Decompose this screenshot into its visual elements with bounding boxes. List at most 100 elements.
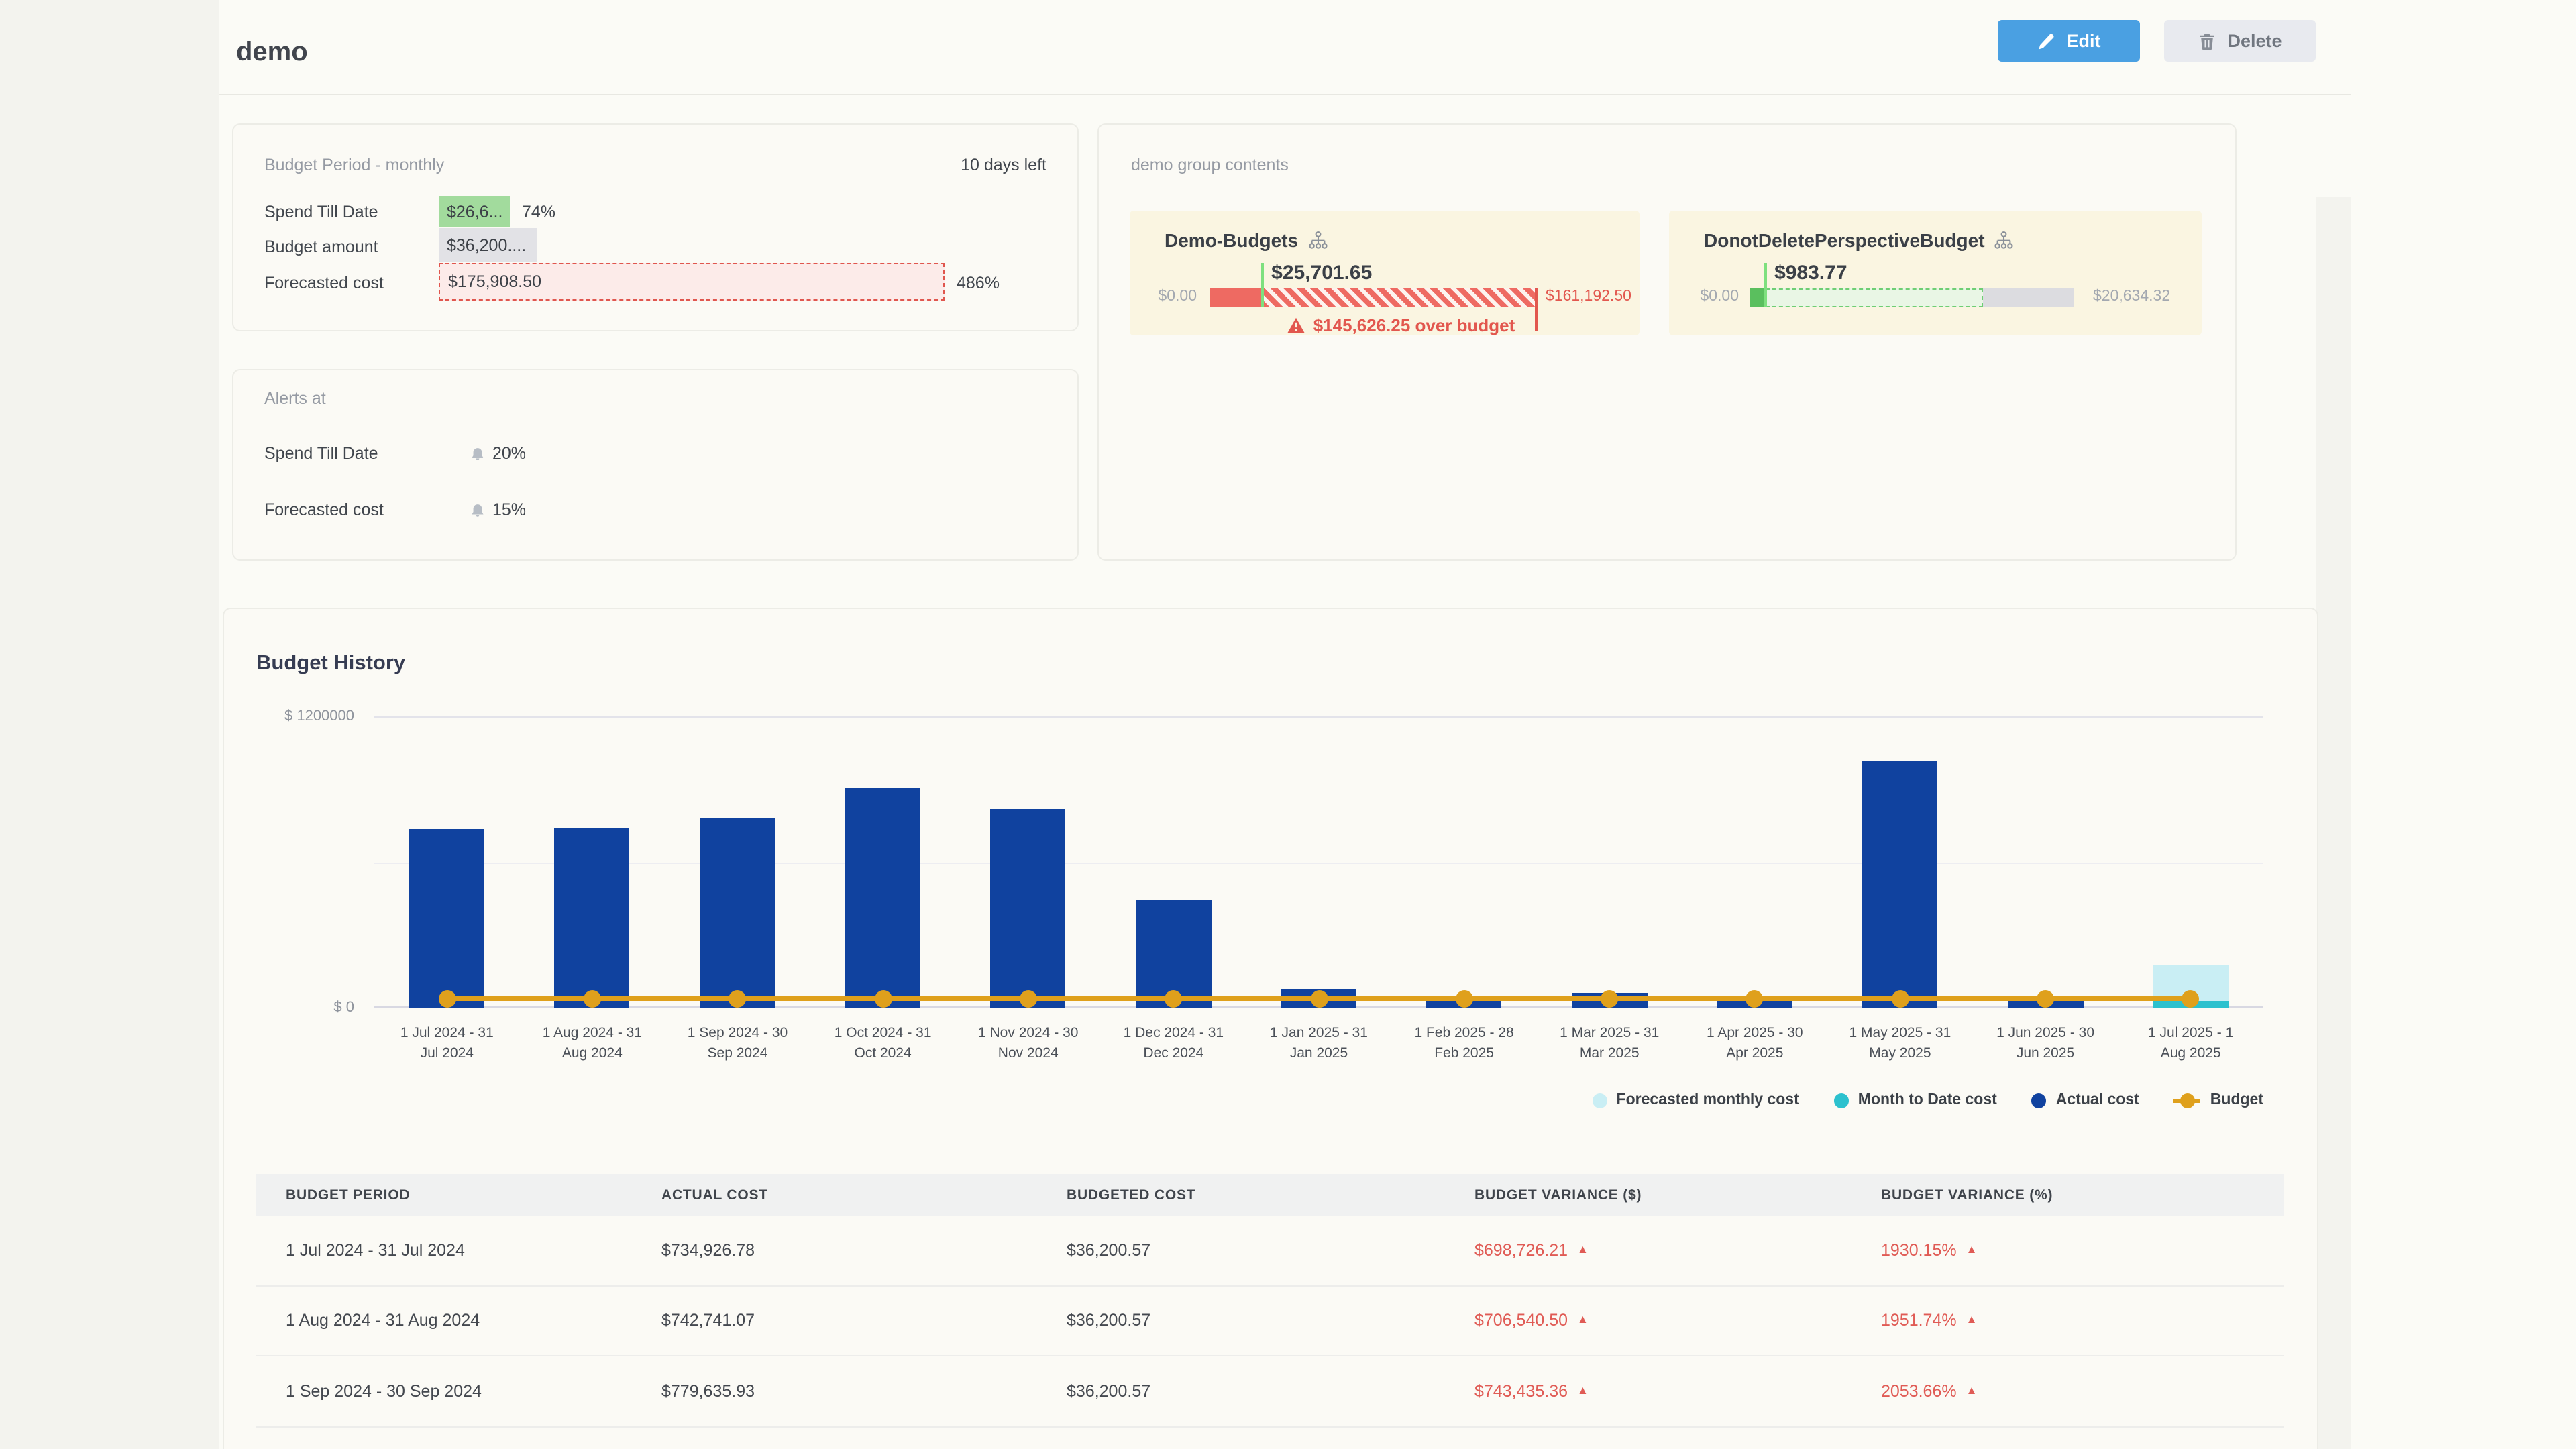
over-budget-row: $145,626.25 over budget — [1248, 315, 1554, 335]
actual-cost-bar — [991, 808, 1066, 1008]
legend-label: Forecasted monthly cost — [1617, 1092, 1799, 1108]
left-gutter — [0, 0, 219, 1449]
gridline-1200000 — [374, 716, 2263, 718]
cell-budgeted-cost: $36,200.57 — [1067, 1382, 1474, 1401]
alerts-heading: Alerts at — [264, 389, 326, 408]
budget-tile-demo-budgets[interactable]: Demo-Budgets $25,701.65 $0.00 $161,192.5… — [1130, 211, 1640, 335]
delete-button[interactable]: Delete — [2164, 20, 2316, 62]
actual-cost-bar — [700, 818, 775, 1008]
group-contents-card — [1097, 123, 2237, 561]
budget-marker — [1891, 990, 1909, 1008]
budget-marker — [584, 990, 601, 1008]
alert-forecast-value: 15% — [492, 500, 526, 519]
x-axis-label: 1 Mar 2025 - 31Mar 2025 — [1537, 1024, 1682, 1064]
column-header: ACTUAL COST — [661, 1187, 1067, 1203]
spent-amount: $25,701.65 — [1271, 262, 1372, 284]
budget-marker — [1456, 990, 1473, 1008]
table-header-row: BUDGET PERIODACTUAL COSTBUDGETED COSTBUD… — [256, 1174, 2284, 1216]
legend-swatch — [1593, 1093, 1607, 1108]
delete-button-label: Delete — [2227, 31, 2282, 51]
spend-percent: 74% — [522, 203, 555, 221]
table-row: 1 Aug 2024 - 31 Aug 2024$742,741.07$36,2… — [256, 1286, 2284, 1356]
scroll-gutter[interactable] — [2316, 197, 2351, 1449]
budget-amount-chip: $36,200.... — [439, 228, 537, 262]
increase-triangle-icon: ▲ — [1577, 1242, 1589, 1256]
pencil-icon — [2037, 32, 2056, 50]
org-chart-icon — [1307, 230, 1328, 250]
forecasted-cost-box: $175,908.50 — [439, 263, 945, 301]
cell-actual-cost: $734,926.78 — [661, 1241, 1067, 1260]
table-row: 1 Sep 2024 - 30 Sep 2024$779,635.93$36,2… — [256, 1356, 2284, 1427]
x-axis-label: 1 Jul 2025 - 1Aug 2025 — [2118, 1024, 2263, 1064]
budget-marker — [2037, 990, 2054, 1008]
cell-actual-cost: $779,635.93 — [661, 1382, 1067, 1401]
alert-forecast-label: Forecasted cost — [264, 500, 384, 519]
increase-triangle-icon: ▲ — [1966, 1242, 1978, 1256]
over-budget-label: $145,626.25 over budget — [1313, 315, 1515, 335]
org-chart-icon — [1994, 230, 2015, 250]
app-stage: demo Edit Delete Budget Period - monthly… — [0, 0, 2576, 1449]
cell-budgeted-cost: $36,200.57 — [1067, 1241, 1474, 1260]
alert-spend-value: 20% — [492, 444, 526, 463]
budget-name: Demo-Budgets — [1165, 229, 1298, 251]
budget-tile-donotdelete[interactable]: DonotDeletePerspectiveBudget $983.77 $0.… — [1669, 211, 2202, 335]
x-axis-label: 1 Aug 2024 - 31Aug 2024 — [520, 1024, 665, 1064]
legend-item-forecasted-monthly-cost[interactable]: Forecasted monthly cost — [1593, 1092, 1799, 1108]
budget-marker — [874, 990, 892, 1008]
actual-cost-bar — [845, 788, 920, 1008]
cell-variance-pct: 1951.74%▲ — [1881, 1311, 2284, 1330]
increase-triangle-icon: ▲ — [1966, 1383, 1978, 1397]
forecast-percent: 486% — [957, 274, 1000, 292]
alert-spend-value-row: 20% — [470, 444, 526, 463]
alerts-card — [232, 369, 1079, 561]
spend-till-date-label: Spend Till Date — [264, 203, 378, 221]
bar-max-label: $161,192.50 — [1546, 288, 1631, 305]
x-axis-labels: 1 Jul 2024 - 31Jul 20241 Aug 2024 - 31Au… — [374, 1024, 2263, 1077]
x-axis-label: 1 Oct 2024 - 31Oct 2024 — [810, 1024, 956, 1064]
x-axis-label: 1 Dec 2024 - 31Dec 2024 — [1101, 1024, 1246, 1064]
budget-history-table: BUDGET PERIODACTUAL COSTBUDGETED COSTBUD… — [256, 1174, 2284, 1428]
budget-period-heading: Budget Period - monthly — [264, 156, 444, 174]
bar-min-label: $0.00 — [1700, 288, 1739, 305]
cell-variance-usd: $706,540.50▲ — [1474, 1311, 1881, 1330]
column-header: BUDGETED COST — [1067, 1187, 1474, 1203]
forecast-segment — [1765, 288, 1983, 307]
increase-triangle-icon: ▲ — [1577, 1383, 1589, 1397]
budget-marker — [1020, 990, 1037, 1008]
alert-spend-label: Spend Till Date — [264, 444, 378, 463]
cell-variance-usd: $698,726.21▲ — [1474, 1241, 1881, 1260]
spent-segment — [1750, 288, 1765, 307]
overage-segment — [1262, 288, 1535, 307]
group-contents-heading: demo group contents — [1131, 156, 1289, 174]
actual-cost-bar — [555, 827, 630, 1008]
x-axis-label: 1 Sep 2024 - 30Sep 2024 — [665, 1024, 810, 1064]
budget-progress-bar — [1210, 288, 1535, 307]
increase-triangle-icon: ▲ — [1577, 1313, 1589, 1326]
edit-button[interactable]: Edit — [1998, 20, 2140, 62]
increase-triangle-icon: ▲ — [1966, 1313, 1978, 1326]
legend-item-budget[interactable]: Budget — [2174, 1092, 2263, 1108]
cell-period: 1 Sep 2024 - 30 Sep 2024 — [256, 1382, 661, 1401]
x-axis-label: 1 Jan 2025 - 31Jan 2025 — [1246, 1024, 1392, 1064]
cell-variance-pct: 1930.15%▲ — [1881, 1241, 2284, 1260]
page-title: demo — [236, 38, 308, 68]
x-axis-label: 1 Apr 2025 - 30Apr 2025 — [1682, 1024, 1828, 1064]
legend-swatch — [2032, 1093, 2047, 1108]
legend-dot — [2180, 1093, 2195, 1108]
bar-min-label: $0.00 — [1158, 288, 1197, 305]
legend-label: Actual cost — [2056, 1092, 2139, 1108]
budget-tile-title: Demo-Budgets — [1165, 229, 1328, 251]
x-axis-label: 1 Jul 2024 - 31Jul 2024 — [374, 1024, 520, 1064]
legend-item-actual-cost[interactable]: Actual cost — [2032, 1092, 2139, 1108]
bar-max-label: $20,634.32 — [2093, 288, 2170, 305]
budget-history-chart — [374, 716, 2263, 1008]
table-body: 1 Jul 2024 - 31 Jul 2024$734,926.78$36,2… — [256, 1216, 2284, 1428]
actual-cost-bar — [1862, 761, 1937, 1008]
table-row: 1 Jul 2024 - 31 Jul 2024$734,926.78$36,2… — [256, 1216, 2284, 1286]
spent-segment — [1210, 288, 1262, 307]
y-axis-label-zero: $ 0 — [254, 1000, 354, 1016]
budget-marker — [438, 990, 455, 1008]
legend-item-month-to-date-cost[interactable]: Month to Date cost — [1834, 1092, 1997, 1108]
cell-variance-usd: $743,435.36▲ — [1474, 1382, 1881, 1401]
budget-marker — [1601, 990, 1618, 1008]
